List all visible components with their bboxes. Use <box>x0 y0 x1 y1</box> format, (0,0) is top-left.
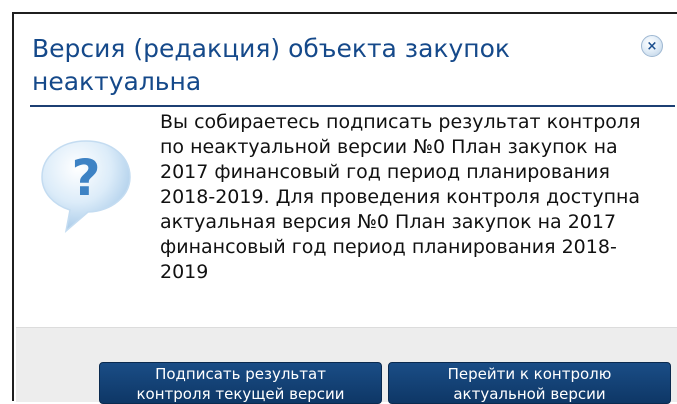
close-icon: × <box>646 38 658 54</box>
title-divider <box>30 105 675 107</box>
goto-button-label-line1: Перейти к контролю <box>447 365 612 383</box>
question-icon: ? <box>36 135 136 235</box>
close-button[interactable]: × <box>641 35 663 57</box>
dialog-footer: Подписать результат контроля текущей вер… <box>16 327 677 404</box>
svg-text:?: ? <box>71 149 100 207</box>
sign-current-version-button[interactable]: Подписать результат контроля текущей вер… <box>99 362 382 404</box>
sign-button-label-line2: контроля текущей версии <box>136 385 345 403</box>
sign-button-label-line1: Подписать результат <box>155 365 326 383</box>
dialog: Версия (редакция) объекта закупок неакту… <box>12 12 677 404</box>
dialog-message: Вы собираетесь подписать результат контр… <box>160 111 641 283</box>
goto-button-label-line2: актуальной версии <box>453 385 606 403</box>
dialog-title: Версия (редакция) объекта закупок неакту… <box>32 34 511 96</box>
go-to-actual-version-button[interactable]: Перейти к контролю актуальной версии <box>388 362 671 404</box>
